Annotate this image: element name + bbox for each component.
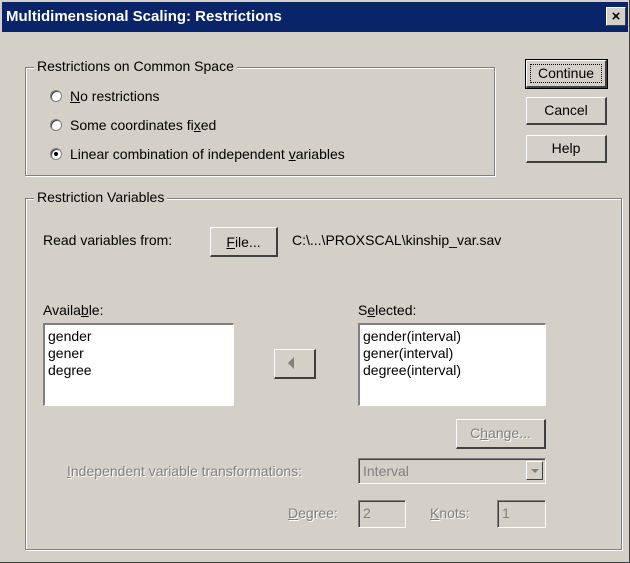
transformations-label: Independent variable transformations: [67, 463, 303, 479]
read-variables-label: Read variables from: [43, 232, 173, 248]
file-path: C:\...\PROXSCAL\kinship_var.sav [292, 232, 502, 248]
restriction-variables-legend: Restriction Variables [34, 189, 168, 205]
transformations-value: Interval [363, 463, 409, 479]
selected-listbox[interactable]: gender(interval) gener(interval) degree(… [358, 323, 546, 406]
file-button-label: File... [226, 234, 261, 250]
help-button-label: Help [551, 140, 581, 156]
help-button[interactable]: Help [526, 135, 607, 163]
radio-some-coordinates-label: Some coordinates fixed [70, 117, 217, 133]
degree-field[interactable]: 2 [358, 500, 406, 528]
selected-label: Selected: [358, 302, 417, 318]
file-button[interactable]: File... [210, 227, 278, 257]
degree-label: Degree: [288, 505, 338, 521]
list-item[interactable]: gender(interval) [363, 328, 542, 345]
left-arrow-icon [288, 357, 294, 369]
common-space-group: Restrictions on Common Space No restrict… [25, 58, 495, 176]
list-item[interactable]: degree(interval) [363, 362, 542, 379]
cancel-button-label: Cancel [544, 102, 588, 118]
available-label: Available: [43, 302, 104, 318]
radio-circle [50, 119, 62, 131]
title-bar[interactable]: Multidimensional Scaling: Restrictions × [2, 2, 628, 32]
radio-no-restrictions-label: No restrictions [70, 88, 160, 104]
list-item[interactable]: gener [48, 345, 230, 362]
cancel-button[interactable]: Cancel [526, 97, 607, 125]
chevron-down-icon[interactable] [526, 461, 543, 480]
close-button[interactable]: × [606, 7, 626, 26]
radio-dot [54, 152, 58, 156]
change-button[interactable]: Change... [456, 419, 546, 449]
continue-button[interactable]: Continue [525, 59, 608, 89]
list-item[interactable]: degree [48, 362, 230, 379]
degree-value: 2 [363, 505, 371, 521]
dialog-window: Multidimensional Scaling: Restrictions ×… [0, 0, 630, 563]
list-item[interactable]: gender [48, 328, 230, 345]
common-space-legend: Restrictions on Common Space [34, 58, 237, 74]
transformations-dropdown[interactable]: Interval [358, 458, 546, 484]
move-variable-button[interactable] [274, 349, 316, 379]
window-title: Multidimensional Scaling: Restrictions [6, 8, 282, 25]
knots-value: 1 [502, 505, 510, 521]
knots-field[interactable]: 1 [497, 500, 546, 528]
radio-circle-selected [50, 148, 62, 160]
radio-circle [50, 90, 62, 102]
available-listbox[interactable]: gender gener degree [43, 323, 234, 406]
radio-linear-combination-label: Linear combination of independent variab… [70, 146, 345, 162]
list-item[interactable]: gener(interval) [363, 345, 542, 362]
knots-label: Knots: [430, 505, 470, 521]
change-button-label: Change... [470, 425, 531, 441]
